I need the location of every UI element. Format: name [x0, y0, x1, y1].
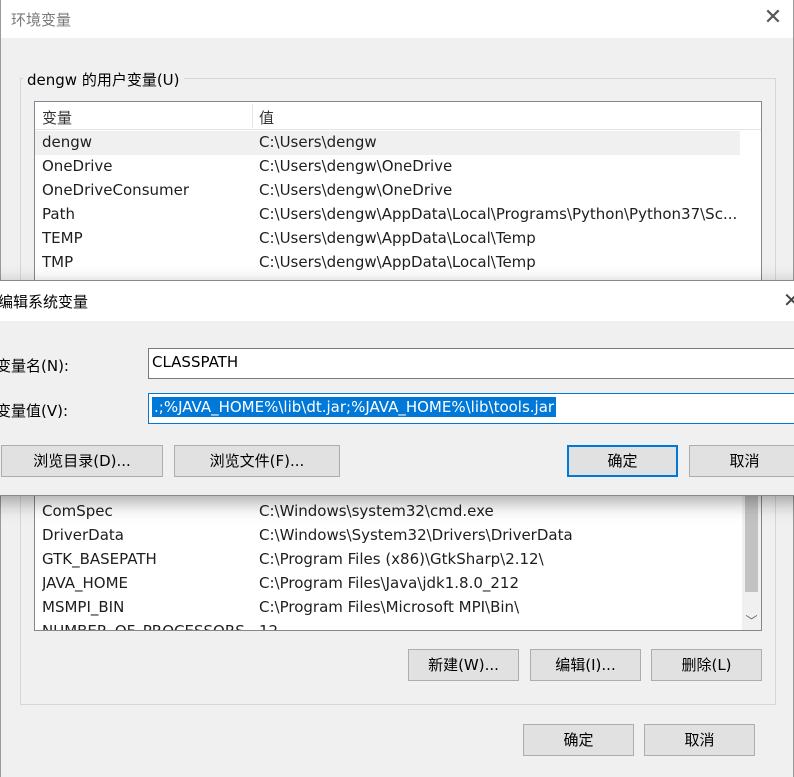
var-value: C:\Users\dengw\OneDrive	[259, 181, 453, 199]
delete-button[interactable]: 删除(L)	[651, 649, 762, 681]
variable-name-input[interactable]: CLASSPATH	[148, 348, 794, 379]
dialog-ok-button[interactable]: 确定	[567, 445, 678, 477]
user-var-row[interactable]: OneDriveConsumer C:\Users\dengw\OneDrive	[35, 179, 740, 203]
var-name: MSMPI_BIN	[42, 598, 125, 616]
system-var-row[interactable]: GTK_BASEPATH C:\Program Files (x86)\GtkS…	[35, 548, 740, 572]
close-icon[interactable]: ✕	[761, 6, 785, 30]
var-value: C:\Users\dengw\AppData\Local\Temp	[259, 229, 536, 247]
variable-value-label: 变量值(V):	[0, 402, 69, 420]
variable-name-text: CLASSPATH	[152, 353, 239, 371]
close-icon[interactable]: ✕	[783, 289, 794, 311]
var-name: NUMBER_OF_PROCESSORS	[42, 622, 245, 631]
var-value: C:\Windows\system32\cmd.exe	[259, 502, 494, 520]
system-var-row[interactable]: NUMBER_OF_PROCESSORS 12	[35, 620, 740, 631]
user-var-row[interactable]: dengw C:\Users\dengw	[35, 131, 740, 155]
var-value: C:\Program Files (x86)\GtkSharp\2.12\	[259, 550, 544, 568]
user-var-row[interactable]: OneDrive C:\Users\dengw\OneDrive	[35, 155, 740, 179]
column-header-name[interactable]: 变量	[42, 107, 72, 128]
var-value: 12	[259, 622, 279, 631]
var-name: ComSpec	[42, 502, 113, 520]
new-button[interactable]: 新建(W)...	[408, 649, 519, 681]
var-name: OneDriveConsumer	[42, 181, 190, 199]
variable-name-label: 变量名(N):	[0, 357, 69, 375]
var-name: dengw	[42, 133, 93, 151]
user-var-row[interactable]: Path C:\Users\dengw\AppData\Local\Progra…	[35, 203, 740, 227]
variable-value-input[interactable]: .;%JAVA_HOME%\lib\dt.jar;%JAVA_HOME%\lib…	[148, 393, 794, 424]
var-value: C:\Users\dengw\OneDrive	[259, 157, 453, 175]
system-var-row[interactable]: JAVA_HOME C:\Program Files\Java\jdk1.8.0…	[35, 572, 740, 596]
user-var-row[interactable]: TMP C:\Users\dengw\AppData\Local\Temp	[35, 251, 740, 275]
dialog-title-bar: 编辑系统变量 ✕	[0, 281, 794, 321]
user-var-row[interactable]: TEMP C:\Users\dengw\AppData\Local\Temp	[35, 227, 740, 251]
var-value: C:\Windows\System32\Drivers\DriverData	[259, 526, 573, 544]
var-name: TEMP	[42, 229, 83, 247]
var-value: C:\Users\dengw\AppData\Local\Programs\Py…	[259, 205, 738, 223]
list-header: 变量 值	[35, 102, 761, 130]
title-bar: 环境变量 ✕	[1, 0, 793, 38]
browse-directory-button[interactable]: 浏览目录(D)...	[1, 445, 163, 477]
system-var-row[interactable]: ComSpec C:\Windows\system32\cmd.exe	[35, 500, 740, 524]
dialog-cancel-button[interactable]: 取消	[689, 445, 794, 477]
ok-button[interactable]: 确定	[523, 724, 634, 756]
system-var-row[interactable]: MSMPI_BIN C:\Program Files\Microsoft MPI…	[35, 596, 740, 620]
dialog-title: 编辑系统变量	[0, 293, 89, 311]
var-name: Path	[42, 205, 75, 223]
column-header-value[interactable]: 值	[259, 107, 274, 128]
var-value: C:\Program Files\Java\jdk1.8.0_212	[259, 574, 520, 592]
user-variables-label: dengw 的用户变量(U)	[23, 69, 184, 90]
browse-file-button[interactable]: 浏览文件(F)...	[174, 445, 340, 477]
column-divider[interactable]	[252, 104, 253, 128]
var-name: TMP	[42, 253, 74, 271]
scrollbar-thumb[interactable]	[745, 492, 758, 592]
edit-button[interactable]: 编辑(I)...	[530, 649, 641, 681]
edit-system-variable-dialog: 编辑系统变量 ✕ 变量名(N): CLASSPATH 变量值(V): .;%JA…	[0, 280, 794, 496]
chevron-down-icon[interactable]: ﹀	[742, 612, 761, 630]
var-value: C:\Users\dengw	[259, 133, 377, 151]
variable-value-text: .;%JAVA_HOME%\lib\dt.jar;%JAVA_HOME%\lib…	[152, 397, 557, 417]
var-value: C:\Program Files\Microsoft MPI\Bin\	[259, 598, 520, 616]
cancel-button[interactable]: 取消	[644, 724, 755, 756]
var-name: OneDrive	[42, 157, 113, 175]
system-var-row[interactable]: DriverData C:\Windows\System32\Drivers\D…	[35, 524, 740, 548]
var-name: JAVA_HOME	[42, 574, 129, 592]
var-name: DriverData	[42, 526, 124, 544]
var-value: C:\Users\dengw\AppData\Local\Temp	[259, 253, 536, 271]
window-title: 环境变量	[11, 11, 72, 29]
var-name: GTK_BASEPATH	[42, 550, 157, 568]
